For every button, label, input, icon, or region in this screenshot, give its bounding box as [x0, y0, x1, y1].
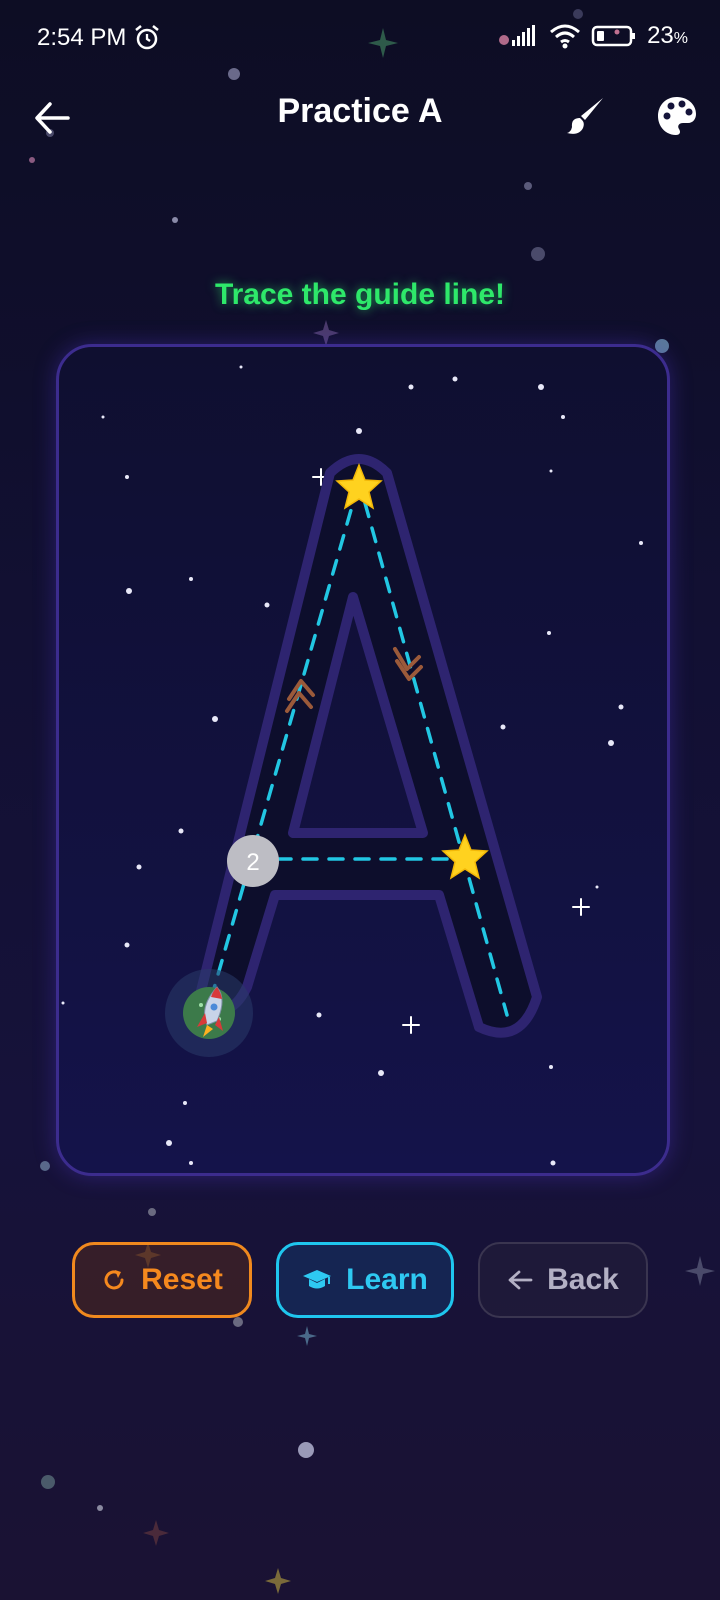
back-label: Back	[547, 1263, 619, 1296]
palette-icon[interactable]	[655, 94, 699, 138]
reset-button[interactable]: Reset	[72, 1242, 252, 1318]
battery-level: 23%	[647, 22, 688, 50]
guide-stroke-right	[363, 501, 509, 1017]
instruction-text: Trace the guide line!	[214, 278, 506, 311]
action-buttons: Reset Learn Back	[0, 1242, 720, 1322]
refresh-icon	[104, 1270, 124, 1290]
brush-icon[interactable]	[565, 94, 607, 136]
battery-unit: %	[673, 30, 688, 47]
signal-icon	[499, 25, 536, 46]
tracing-canvas[interactable]: 2	[56, 344, 670, 1176]
graduation-cap-icon	[303, 1270, 332, 1289]
status-time: 2:54 PM	[37, 24, 127, 51]
status-indicators: 23%	[499, 22, 688, 50]
status-bar: 2:54 PM 23%	[0, 0, 720, 78]
learn-button[interactable]: Learn	[276, 1242, 454, 1318]
letter-tracing-svg[interactable]: 2	[59, 347, 667, 1173]
reset-label: Reset	[141, 1263, 223, 1296]
wifi-icon	[550, 24, 581, 49]
alarm-icon	[135, 25, 159, 50]
rocket-icon[interactable]	[165, 969, 253, 1057]
page-title: Practice A	[277, 92, 443, 130]
battery-percent: 23	[647, 22, 674, 49]
learn-label: Learn	[346, 1263, 428, 1296]
battery-icon	[591, 25, 636, 47]
app-bar: Practice A	[0, 78, 720, 158]
back-button[interactable]: Back	[478, 1242, 648, 1318]
stroke-number: 2	[246, 849, 259, 876]
back-arrow-small-icon	[508, 1270, 533, 1290]
stroke-number-badge: 2	[227, 835, 279, 887]
letter-a-outline	[195, 454, 542, 1038]
